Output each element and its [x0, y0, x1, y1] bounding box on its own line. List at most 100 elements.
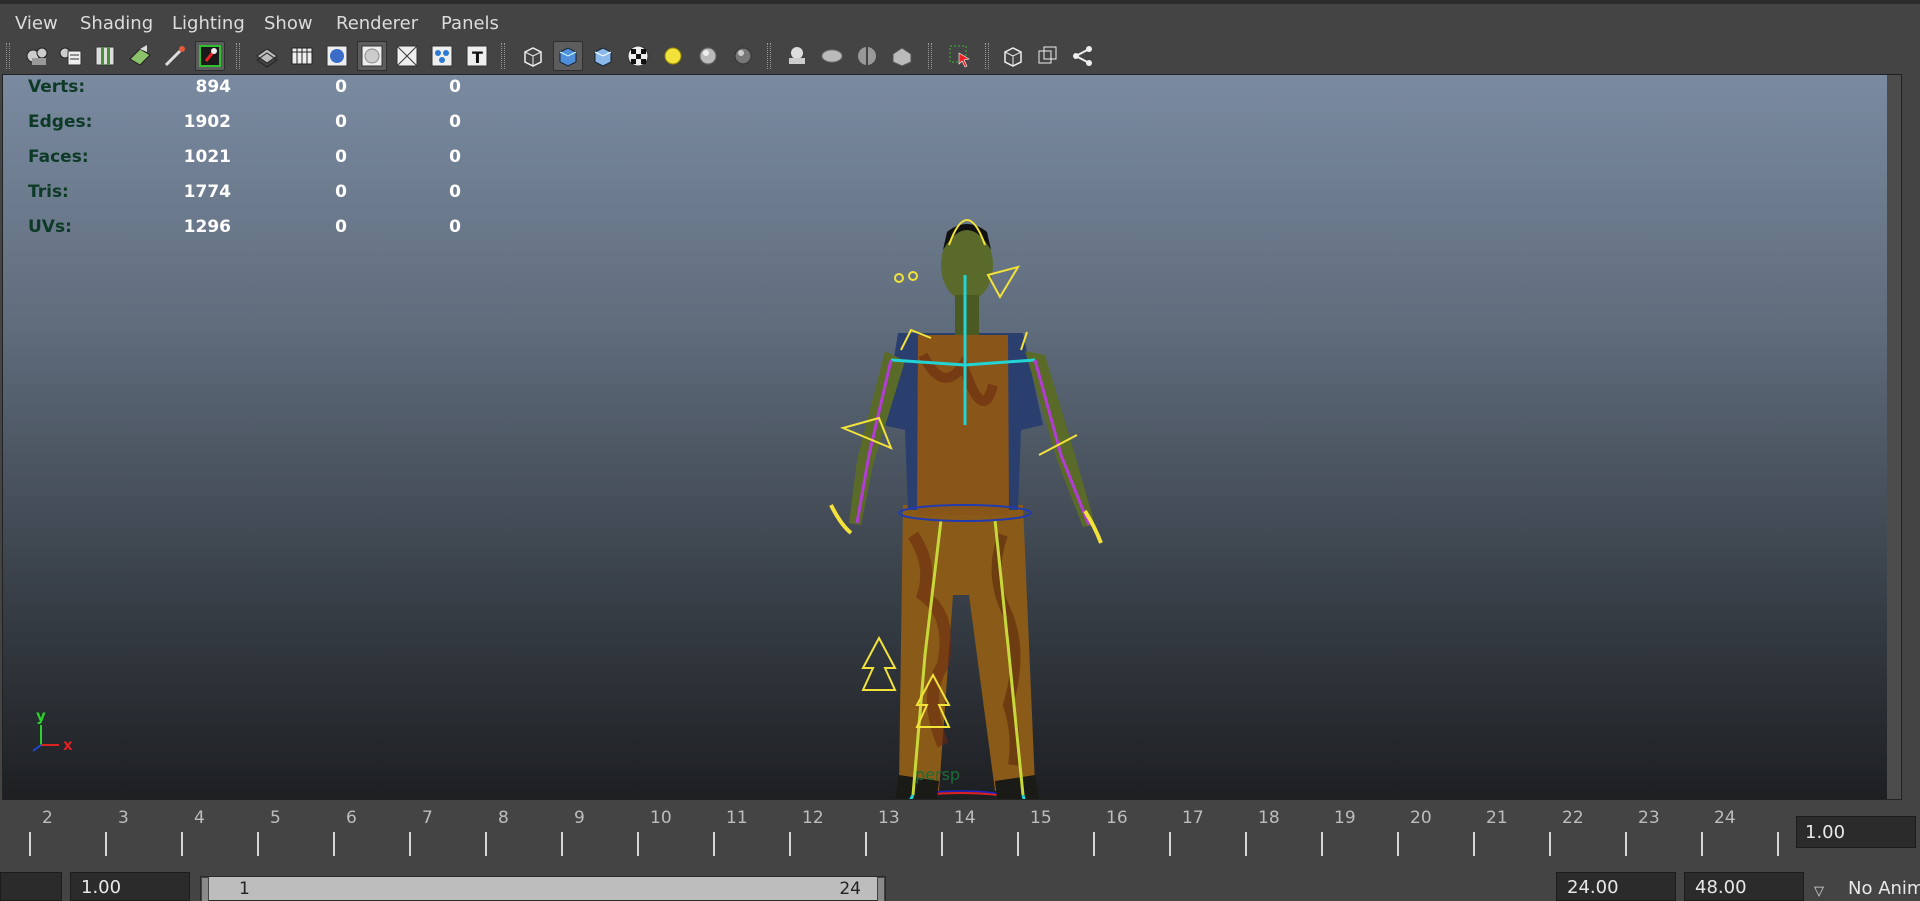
menu-shading[interactable]: Shading [80, 13, 153, 34]
start-time-field-blank[interactable] [0, 872, 62, 901]
xray-icon[interactable] [392, 41, 422, 71]
menu-lighting[interactable]: Lighting [172, 13, 245, 34]
range-end-label: 24 [839, 879, 861, 899]
animation-start-field[interactable]: 1.00 [70, 872, 190, 901]
hud-row-uvs: UVs: 1296 0 0 [3, 217, 483, 237]
animation-end-field[interactable]: 48.00 [1684, 872, 1804, 901]
frame-number: 15 [1030, 808, 1052, 828]
hud-value: 0 [449, 217, 461, 237]
hud-value: 0 [449, 147, 461, 167]
bookmark-icon[interactable] [90, 41, 120, 71]
wireframe-on-shaded-icon[interactable] [252, 41, 282, 71]
frame-tick [1169, 832, 1171, 856]
wireframe-mode-icon[interactable] [998, 41, 1028, 71]
time-slider[interactable]: 2 3 4 5 6 7 8 9 10 11 12 13 14 15 16 17 18 19 20 21 22 23 24 1… [0, 802, 1920, 860]
hud-row-edges: Edges: 1902 0 0 [3, 112, 483, 132]
range-start-handle[interactable] [201, 877, 209, 901]
frame-tick [1093, 832, 1095, 856]
perspective-viewport[interactable]: Verts: 894 0 0 Edges: 1902 0 0 Faces: 10… [2, 74, 1902, 800]
frame-tick [637, 832, 639, 856]
frame-number: 24 [1714, 808, 1736, 828]
frame-tick [1397, 832, 1399, 856]
film-gate-icon[interactable] [195, 41, 225, 71]
smooth-shade-icon[interactable] [322, 41, 352, 71]
frame-tick [257, 832, 259, 856]
frame-tick [1625, 832, 1627, 856]
frame-number: 7 [422, 808, 433, 828]
playback-range-slider[interactable]: 1 24 [200, 876, 886, 901]
depth-of-field-icon[interactable] [852, 41, 882, 71]
maya-window: View Shading Lighting Show Renderer Pane… [0, 0, 1920, 901]
frame-tick [29, 832, 31, 856]
frame-number: 10 [650, 808, 672, 828]
use-lights-icon[interactable] [658, 41, 688, 71]
eye-control [894, 273, 904, 283]
frame-tick [1777, 832, 1779, 856]
menu-show[interactable]: Show [264, 13, 313, 34]
frame-tick [713, 832, 715, 856]
texture-icon[interactable]: T [462, 41, 492, 71]
hud-row-verts: Verts: 894 0 0 [3, 77, 483, 97]
two-sided-lighting-icon[interactable] [1033, 41, 1063, 71]
anti-alias-icon[interactable] [817, 41, 847, 71]
frame-number: 19 [1334, 808, 1356, 828]
hud-value: 0 [449, 182, 461, 202]
frame-tick [1549, 832, 1551, 856]
xray-joints-icon[interactable] [427, 41, 457, 71]
frame-number: 21 [1486, 808, 1508, 828]
motion-blur-icon[interactable] [782, 41, 812, 71]
frame-number: 18 [1258, 808, 1280, 828]
frame-number: 11 [726, 808, 748, 828]
hand-control [829, 504, 853, 535]
range-end-handle[interactable] [877, 877, 885, 901]
left-arm [849, 351, 905, 525]
menu-panels[interactable]: Panels [441, 13, 499, 34]
svg-text:T: T [472, 48, 483, 67]
frame-tick [333, 832, 335, 856]
hud-value: 0 [449, 112, 461, 132]
axis-label-y: y [36, 707, 46, 725]
shadows-icon[interactable] [693, 41, 723, 71]
rigged-character-model[interactable] [773, 155, 1153, 800]
joint-icon[interactable] [1068, 41, 1098, 71]
hud-value: 1021 [183, 147, 231, 167]
frame-tick [409, 832, 411, 856]
chevron-down-icon[interactable]: ▽ [1814, 884, 1824, 899]
time-slider-track[interactable]: 2 3 4 5 6 7 8 9 10 11 12 13 14 15 16 17 18 19 20 21 22 23 24 [0, 802, 1790, 860]
foot-ik-control [861, 635, 897, 691]
wireframe-cube-icon[interactable] [518, 41, 548, 71]
menu-view[interactable]: View [15, 13, 58, 34]
hud-value: 0 [335, 182, 347, 202]
flat-shade-icon[interactable] [357, 41, 387, 71]
textured-cube-icon[interactable] [588, 41, 618, 71]
hud-label: Verts: [28, 77, 86, 97]
isolate-select-icon[interactable] [945, 41, 975, 71]
eye-control [908, 271, 918, 281]
grid-icon[interactable] [287, 41, 317, 71]
frame-number: 16 [1106, 808, 1128, 828]
hud-icon[interactable] [887, 41, 917, 71]
current-time-field[interactable]: 1.00 [1796, 816, 1916, 848]
frame-number: 17 [1182, 808, 1204, 828]
frame-number: 3 [118, 808, 129, 828]
toolbar-separator [501, 43, 505, 69]
camera-attributes-icon[interactable] [55, 41, 85, 71]
neck [955, 295, 979, 335]
playback-end-field[interactable]: 24.00 [1556, 872, 1676, 901]
frame-number: 2 [42, 808, 53, 828]
hud-label: Tris: [28, 182, 69, 202]
ambient-occlusion-icon[interactable] [728, 41, 758, 71]
grease-pencil-icon[interactable] [160, 41, 190, 71]
hud-row-tris: Tris: 1774 0 0 [3, 182, 483, 202]
image-plane-icon[interactable] [125, 41, 155, 71]
anim-layer-field[interactable]: No Anim [1848, 878, 1920, 899]
toolbar-separator [985, 43, 989, 69]
hand-control [1083, 509, 1103, 544]
menu-renderer[interactable]: Renderer [336, 13, 418, 34]
checker-icon[interactable] [623, 41, 653, 71]
frame-number: 13 [878, 808, 900, 828]
shaded-cube-icon[interactable] [553, 41, 583, 71]
camera-select-icon[interactable] [22, 41, 52, 71]
frame-number: 22 [1562, 808, 1584, 828]
hud-value: 894 [195, 77, 232, 97]
